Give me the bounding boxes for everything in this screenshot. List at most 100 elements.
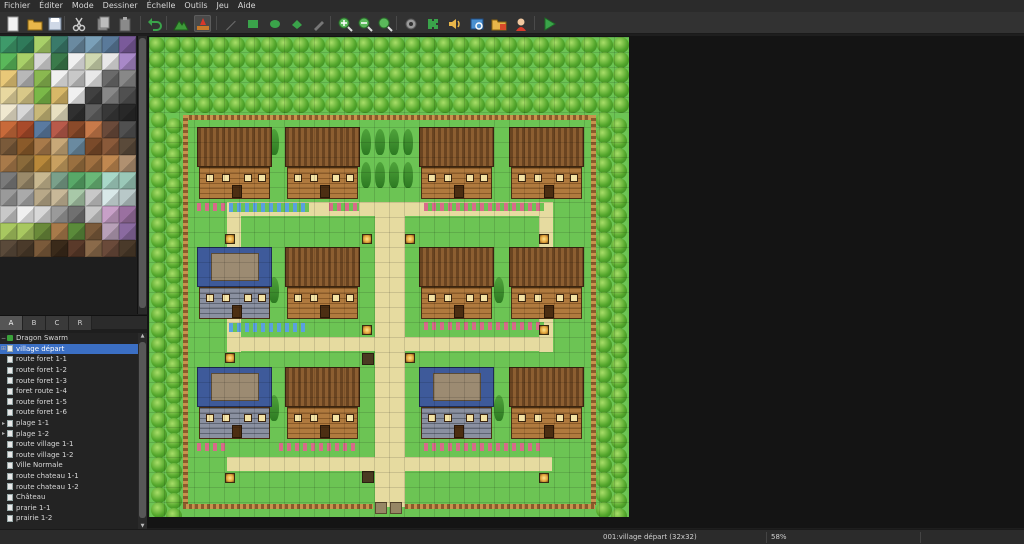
map-tree-item[interactable]: route foret 1-2 [0, 365, 138, 376]
tileset-tile[interactable] [51, 87, 68, 104]
menu-item[interactable]: Aide [238, 0, 256, 12]
map-tree-item[interactable]: route foret 1-3 [0, 375, 138, 386]
tileset-tile[interactable] [51, 240, 68, 257]
zoom-actual-button[interactable] [376, 15, 393, 32]
tileset-tile[interactable] [51, 138, 68, 155]
tileset-tile[interactable] [68, 223, 85, 240]
tileset-tile[interactable] [17, 172, 34, 189]
cut-button[interactable] [70, 15, 87, 32]
tileset-tile[interactable] [0, 70, 17, 87]
tileset-tile[interactable] [68, 70, 85, 87]
tileset-tile[interactable] [0, 36, 17, 53]
map-canvas[interactable] [149, 37, 629, 517]
map-tree-item[interactable]: prairie 1-2 [0, 513, 138, 524]
tileset-tile[interactable] [51, 70, 68, 87]
tileset-tile[interactable] [119, 240, 136, 257]
map-tree-item[interactable]: prarie 1-1 [0, 503, 138, 514]
tileset-tile[interactable] [0, 104, 17, 121]
tileset-tile[interactable] [85, 36, 102, 53]
tileset-scrollbar[interactable] [138, 36, 147, 314]
tileset-tile[interactable] [0, 240, 17, 257]
map-tree-item[interactable]: ⊞ village départ [0, 343, 138, 355]
tileset-tile[interactable] [119, 70, 136, 87]
save-project-button[interactable] [46, 15, 63, 32]
tileset-tile[interactable] [17, 240, 34, 257]
ellipse-button[interactable] [266, 15, 283, 32]
expand-icon[interactable]: ⊞ [0, 345, 7, 352]
tileset-tile[interactable] [68, 240, 85, 257]
tileset-tile[interactable] [85, 104, 102, 121]
tileset-tile[interactable] [102, 70, 119, 87]
rectangle-button[interactable] [244, 15, 261, 32]
tileset-tile[interactable] [51, 172, 68, 189]
tileset-tile[interactable] [51, 36, 68, 53]
tileset-tab[interactable]: B [23, 316, 46, 330]
menu-item[interactable]: Fichier [4, 0, 30, 12]
event-searcher-button[interactable] [468, 15, 485, 32]
tileset-tile[interactable] [34, 104, 51, 121]
playtest-button[interactable] [540, 15, 557, 32]
tileset-tile[interactable] [0, 206, 17, 223]
menu-item[interactable]: Outils [184, 0, 207, 12]
tileset-tile[interactable] [68, 172, 85, 189]
tileset-tile[interactable] [85, 53, 102, 70]
tileset-tile[interactable] [51, 223, 68, 240]
tileset-tile[interactable] [34, 36, 51, 53]
tileset-tile[interactable] [68, 87, 85, 104]
tileset-tile[interactable] [68, 155, 85, 172]
menu-item[interactable]: Échelle [147, 0, 176, 12]
tileset-tile[interactable] [17, 36, 34, 53]
tileset-tile[interactable] [68, 138, 85, 155]
tileset-tile[interactable] [34, 87, 51, 104]
tileset-tile[interactable] [51, 53, 68, 70]
tileset-tile[interactable] [119, 121, 136, 138]
tileset-tile[interactable] [0, 155, 17, 172]
tileset-tile[interactable] [17, 70, 34, 87]
tileset-tile[interactable] [85, 121, 102, 138]
tileset-tile[interactable] [17, 53, 34, 70]
tileset-tile[interactable] [102, 121, 119, 138]
tileset-tile[interactable] [119, 138, 136, 155]
tileset-tile[interactable] [119, 223, 136, 240]
tileset-tile[interactable] [51, 121, 68, 138]
new-project-button[interactable] [4, 15, 21, 32]
tileset-tile[interactable] [102, 53, 119, 70]
tileset-tile[interactable] [51, 155, 68, 172]
tileset-tile[interactable] [102, 36, 119, 53]
tileset-tile[interactable] [51, 206, 68, 223]
tileset-tile[interactable] [17, 104, 34, 121]
zoom-out-button[interactable] [356, 15, 373, 32]
map-tree-item[interactable]: route foret 1-6 [0, 407, 138, 418]
tileset-tile[interactable] [0, 53, 17, 70]
tileset-tile[interactable] [85, 70, 102, 87]
tileset-tile[interactable] [119, 172, 136, 189]
menu-item[interactable]: Mode [72, 0, 94, 12]
tileset-tile[interactable] [119, 53, 136, 70]
tileset-tab[interactable]: C [46, 316, 69, 330]
tileset-tile[interactable] [17, 206, 34, 223]
tileset-tile[interactable] [0, 138, 17, 155]
menu-item[interactable]: Jeu [217, 0, 229, 12]
tileset-tile[interactable] [102, 223, 119, 240]
tileset-scroll-thumb[interactable] [139, 38, 146, 308]
tileset-tile[interactable] [34, 172, 51, 189]
tileset-grid[interactable] [0, 36, 136, 257]
tileset-tile[interactable] [34, 223, 51, 240]
tileset-tile[interactable] [17, 121, 34, 138]
copy-button[interactable] [94, 15, 111, 32]
paste-button[interactable] [116, 15, 133, 32]
tileset-palette[interactable] [0, 36, 138, 314]
scroll-up-icon[interactable]: ▲ [138, 333, 147, 339]
menu-item[interactable]: Éditer [39, 0, 63, 12]
map-tree-item[interactable]: route foret 1-5 [0, 397, 138, 408]
tileset-tile[interactable] [68, 121, 85, 138]
map-tree-scrollbar[interactable]: ▲ ▼ [138, 333, 147, 529]
tileset-tile[interactable] [34, 206, 51, 223]
sound-test-button[interactable] [446, 15, 463, 32]
tileset-tile[interactable] [85, 155, 102, 172]
tileset-tab[interactable]: A [0, 316, 23, 330]
tileset-tile[interactable] [34, 138, 51, 155]
project-root[interactable]: − Dragon Swarm [0, 333, 138, 344]
shadow-pen-button[interactable] [310, 15, 327, 32]
resource-manager-button[interactable] [490, 15, 507, 32]
